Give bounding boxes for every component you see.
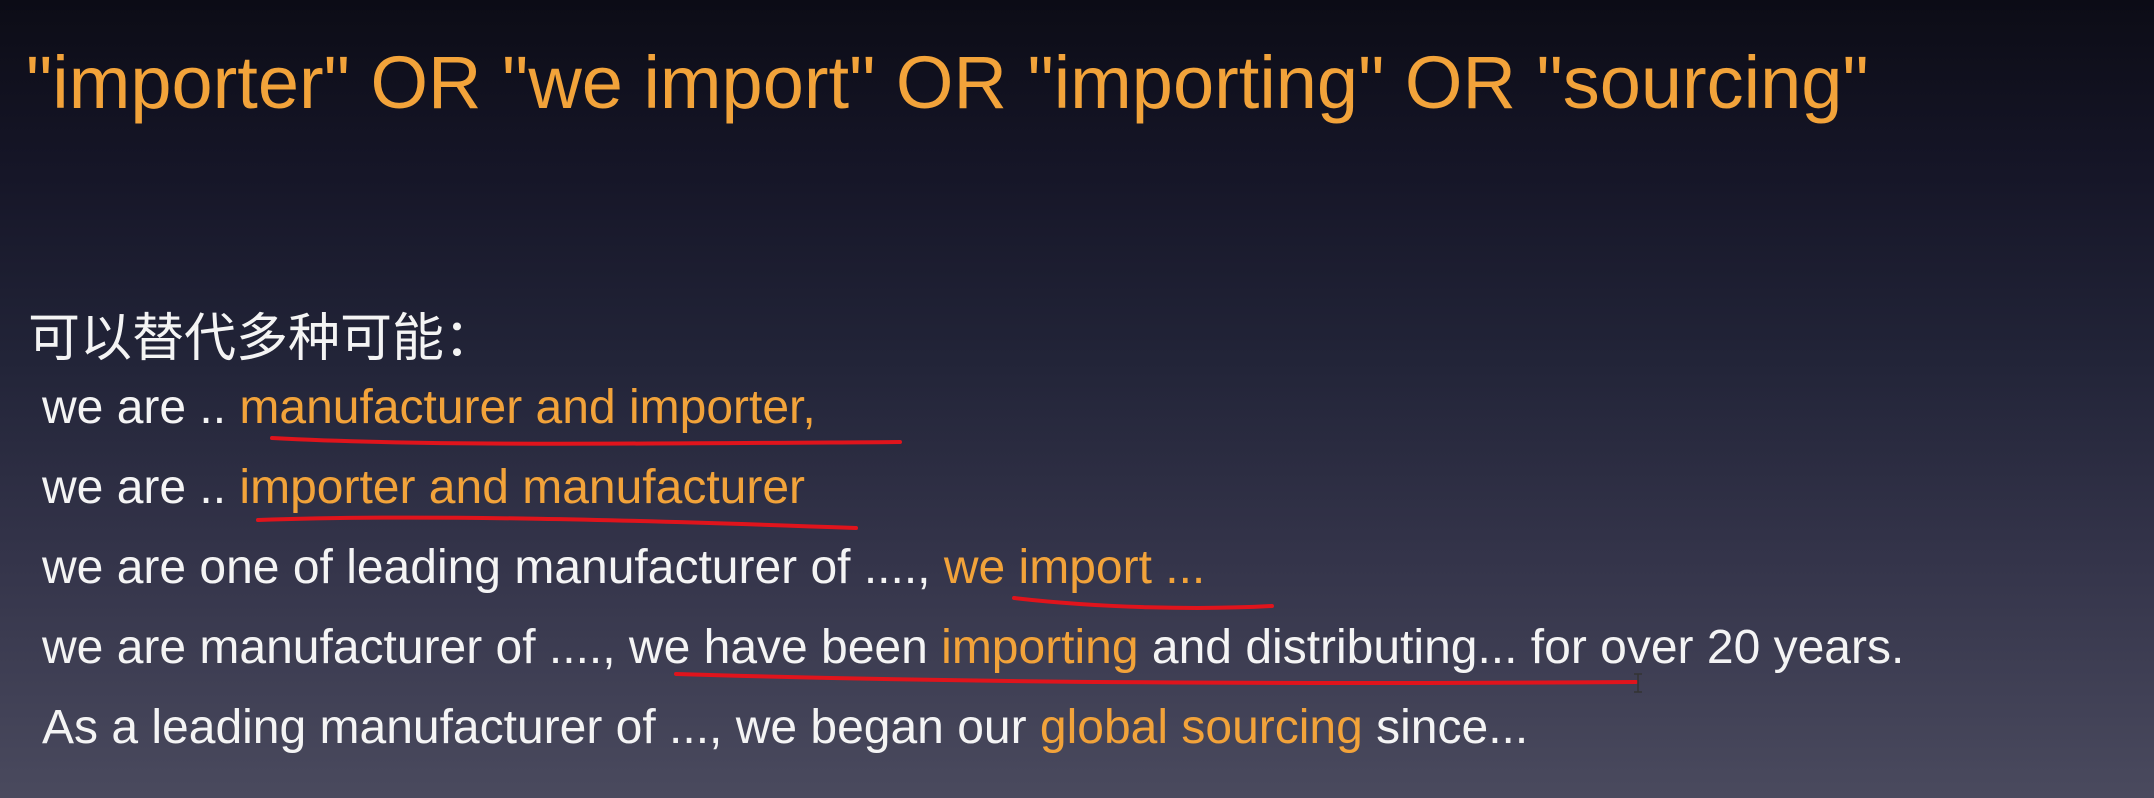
line-text: As a leading manufacturer of ..., we beg… <box>42 701 1040 754</box>
example-line: we are .. manufacturer and importer, <box>42 380 816 435</box>
example-line: we are manufacturer of ...., we have bee… <box>42 620 1904 675</box>
example-line: we are .. importer and manufacturer <box>42 460 805 515</box>
highlighted-phrase: importer and manufacturer <box>239 461 806 514</box>
line-text: we are .. <box>42 461 240 514</box>
red-underline <box>1012 596 1274 610</box>
highlighted-phrase: global sourcing <box>1039 701 1363 754</box>
red-underline <box>674 672 1638 686</box>
highlighted-phrase: manufacturer and importer, <box>239 381 816 434</box>
red-underline <box>270 436 902 446</box>
presentation-slide: "importer" OR "we import" OR "importing"… <box>0 0 2154 798</box>
line-text: we are one of leading manufacturer of ..… <box>42 541 944 594</box>
example-line: As a leading manufacturer of ..., we beg… <box>42 700 1528 755</box>
line-text: we are .. <box>42 381 240 434</box>
red-underline <box>256 515 858 530</box>
slide-subtitle: 可以替代多种可能： <box>28 309 497 369</box>
text-cursor-icon <box>1634 673 1642 693</box>
example-line: we are one of leading manufacturer of ..… <box>42 540 1205 595</box>
line-text: and distributing... for over 20 years. <box>1138 621 1905 674</box>
slide-title: "importer" OR "we import" OR "importing"… <box>26 41 1869 124</box>
line-text: we are manufacturer of ...., we have bee… <box>42 621 942 674</box>
highlighted-phrase: importing <box>941 621 1139 674</box>
line-text: since... <box>1362 701 1529 754</box>
highlighted-phrase: we import ... <box>943 541 1206 594</box>
